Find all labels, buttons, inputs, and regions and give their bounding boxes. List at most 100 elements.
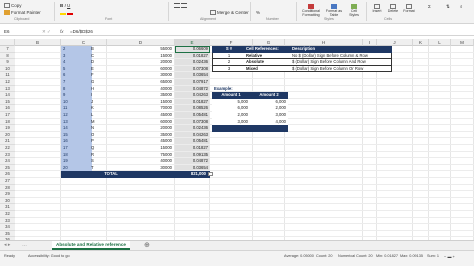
- letter-cell[interactable]: D: [61, 59, 107, 66]
- value-cell[interactable]: 40000: [110, 86, 174, 93]
- row-header[interactable]: 13: [0, 85, 15, 93]
- column-header[interactable]: E: [175, 39, 210, 46]
- column-header[interactable]: C: [61, 39, 107, 46]
- row-header[interactable]: 17: [0, 112, 15, 119]
- row-header[interactable]: 33: [0, 217, 15, 225]
- formula-input[interactable]: =D6/$D$26: [70, 28, 93, 35]
- column-header[interactable]: L: [429, 39, 451, 46]
- example-amount2[interactable]: 2,000: [250, 105, 288, 112]
- percent-cell[interactable]: 0.05481: [175, 138, 210, 145]
- cell-styles-button[interactable]: Cell Styles: [346, 4, 362, 17]
- zoom-slider[interactable]: − ▬ +: [444, 254, 455, 259]
- row-header[interactable]: 12: [0, 79, 15, 86]
- column-header[interactable]: H: [285, 39, 363, 46]
- quick-analysis-icon[interactable]: [208, 172, 213, 177]
- row-header[interactable]: 11: [0, 72, 15, 79]
- fx-icon[interactable]: fx: [60, 28, 64, 35]
- value-cell[interactable]: 30000: [110, 165, 174, 172]
- column-header[interactable]: K: [413, 39, 429, 46]
- worksheet-grid[interactable]: 7 8 9 10 11 12 13 14 15 16 17 18 19 20 21 22 23 24 25 26 27 2…: [0, 46, 474, 240]
- sheet-nav-arrows[interactable]: ◂ ▸: [4, 242, 10, 248]
- row-header[interactable]: 22: [0, 145, 15, 152]
- ref-type[interactable]: Relative: [244, 53, 288, 60]
- example-amount2[interactable]: 3,000: [250, 112, 288, 119]
- insert-button[interactable]: Insert: [370, 4, 384, 13]
- percent-cell[interactable]: 0.03654: [175, 72, 210, 79]
- format-as-table-button[interactable]: Format as Table: [324, 4, 344, 17]
- sheet-tab-active[interactable]: Absolute and Relative reference: [52, 241, 130, 250]
- value-cell[interactable]: 60000: [110, 119, 174, 126]
- row-header[interactable]: 26: [0, 171, 15, 178]
- status-accessibility[interactable]: Accessibility: Good to go: [28, 254, 70, 258]
- select-all-corner[interactable]: [0, 39, 15, 46]
- letter-cell[interactable]: T: [61, 165, 107, 172]
- sheet-nav-ellipsis[interactable]: …: [22, 242, 27, 248]
- find-select-icon[interactable]: ⌕: [460, 4, 463, 9]
- letter-cell[interactable]: F: [61, 72, 107, 79]
- percent-cell[interactable]: 0.09135: [175, 152, 210, 159]
- percent-cell[interactable]: 0.08526: [175, 105, 210, 112]
- example-amount1[interactable]: 2,000: [212, 112, 250, 119]
- row-header[interactable]: 32: [0, 211, 15, 218]
- value-cell[interactable]: 65000: [110, 79, 174, 86]
- letter-cell[interactable]: Q: [61, 145, 107, 152]
- column-header[interactable]: G: [253, 39, 285, 46]
- row-header[interactable]: 7: [0, 46, 15, 53]
- letter-cell[interactable]: S: [61, 158, 107, 165]
- delete-button[interactable]: Delete: [386, 4, 400, 13]
- align-buttons[interactable]: [174, 3, 188, 9]
- value-cell[interactable]: 15000: [110, 145, 174, 152]
- row-header[interactable]: 28: [0, 184, 15, 192]
- example-header-amount1[interactable]: Amount 1: [212, 92, 250, 99]
- percent-cell[interactable]: 0.04263: [175, 92, 210, 99]
- value-cell[interactable]: 55000: [110, 46, 174, 53]
- value-cell[interactable]: 70000: [110, 105, 174, 112]
- value-cell[interactable]: 15000: [110, 99, 174, 106]
- row-header[interactable]: 21: [0, 138, 15, 145]
- percent-cell[interactable]: 0.07308: [175, 66, 210, 73]
- percent-cell[interactable]: 0.03654: [175, 165, 210, 172]
- example-amount1[interactable]: 3,000: [212, 118, 250, 126]
- column-header[interactable]: J: [377, 39, 413, 46]
- column-header[interactable]: I: [363, 39, 377, 46]
- percent-cell[interactable]: 0.02436: [175, 125, 210, 132]
- number-format-button[interactable]: %: [256, 10, 260, 15]
- row-header[interactable]: 18: [0, 118, 15, 126]
- add-sheet-icon[interactable]: ⊕: [144, 241, 150, 249]
- row-header[interactable]: 27: [0, 178, 15, 185]
- column-header[interactable]: F: [210, 39, 253, 46]
- ref-type[interactable]: Absolute: [244, 59, 288, 66]
- total-value[interactable]: 821,000: [140, 171, 208, 178]
- row-header[interactable]: 15: [0, 98, 15, 106]
- column-header[interactable]: D: [107, 39, 175, 46]
- ref-header-num[interactable]: S #: [214, 46, 244, 53]
- merge-center-button[interactable]: Merge & Center: [210, 10, 249, 16]
- example-label[interactable]: Example:: [212, 86, 252, 93]
- ref-description[interactable]: No $ (Dollar) Sign Before Column & Row: [290, 53, 390, 60]
- letter-cell[interactable]: H: [61, 86, 107, 93]
- active-cell[interactable]: [175, 46, 210, 53]
- percent-cell[interactable]: 0.01827: [175, 99, 210, 106]
- percent-cell[interactable]: 0.07308: [175, 119, 210, 126]
- row-header[interactable]: 31: [0, 204, 15, 211]
- value-cell[interactable]: 75000: [110, 152, 174, 159]
- percent-cell[interactable]: 0.04872: [175, 86, 210, 93]
- row-header[interactable]: 14: [0, 92, 15, 99]
- value-cell[interactable]: 20000: [110, 59, 174, 66]
- value-cell[interactable]: 45000: [110, 112, 174, 119]
- ref-description[interactable]: $ (Dollar) Sign Before Column And Row: [290, 59, 390, 66]
- ref-type[interactable]: Mixed: [244, 66, 288, 73]
- letter-cell[interactable]: J: [61, 99, 107, 106]
- format-painter-button[interactable]: Format Painter: [4, 10, 41, 16]
- ref-num[interactable]: 2: [214, 59, 244, 66]
- percent-cell[interactable]: 0.05481: [175, 112, 210, 119]
- bold-button[interactable]: B I U: [60, 3, 70, 8]
- sort-filter-icon[interactable]: ⇅: [446, 4, 450, 10]
- autosum-icon[interactable]: Σ: [428, 4, 431, 9]
- letter-cell[interactable]: G: [61, 79, 107, 86]
- row-header[interactable]: 29: [0, 191, 15, 198]
- letter-cell[interactable]: E: [61, 66, 107, 73]
- fill-color-button[interactable]: [60, 10, 74, 16]
- letter-cell[interactable]: K: [61, 105, 107, 112]
- copy-button[interactable]: Copy: [4, 3, 22, 9]
